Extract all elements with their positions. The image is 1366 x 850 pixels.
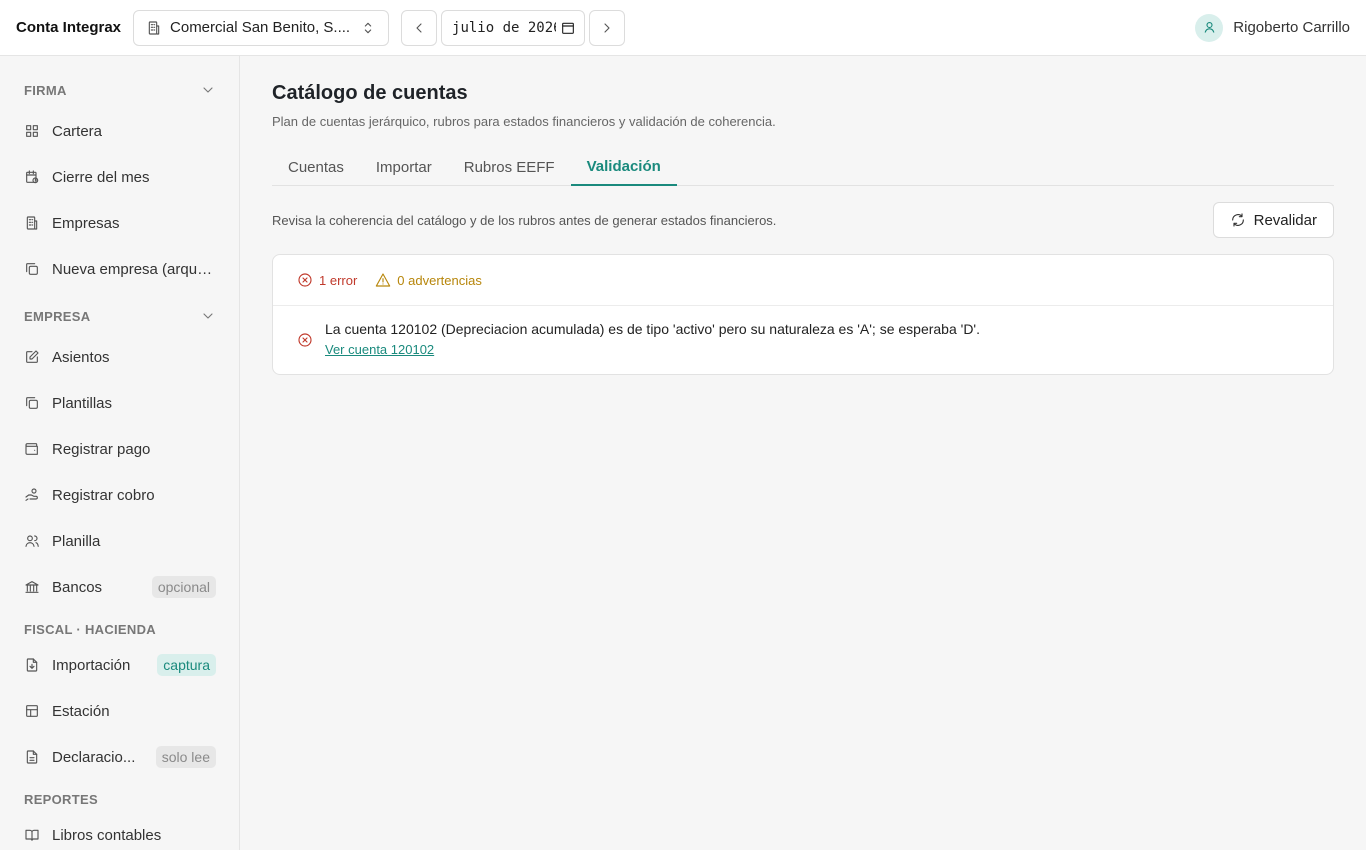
next-month-button[interactable] <box>589 9 626 46</box>
sidebar-item-registrar-pago[interactable]: Registrar pago <box>24 434 216 464</box>
sidebar-item-label: Asientos <box>52 348 110 366</box>
sidebar-item-label: Empresas <box>52 214 120 232</box>
calendar-icon[interactable] <box>560 20 576 36</box>
sidebar-item-label: Importación <box>52 656 131 674</box>
avatar <box>1195 13 1224 42</box>
previous-month-button[interactable] <box>401 9 438 46</box>
sidebar-item-planilla[interactable]: Planilla <box>24 526 216 556</box>
sidebar-item-label: Estación <box>52 702 110 720</box>
user-menu[interactable]: Rigoberto Carrillo <box>1195 13 1350 42</box>
sidebar-item-declaraciones[interactable]: Declaracio... solo lee <box>24 742 216 772</box>
validation-results-card: 1 error 0 advertencias La cuenta 120102 … <box>272 254 1334 375</box>
file-download-icon <box>24 657 40 673</box>
sidebar-item-bancos[interactable]: Bancos opcional <box>24 572 216 602</box>
validation-issue: La cuenta 120102 (Depreciacion acumulada… <box>273 306 1333 372</box>
alert-triangle-icon <box>375 272 391 288</box>
section-firma[interactable]: FIRMA <box>24 82 216 98</box>
sidebar-item-label: Libros contables <box>52 826 162 844</box>
page-subtitle: Plan de cuentas jerárquico, rubros para … <box>272 114 776 129</box>
view-account-link[interactable]: Ver cuenta 120102 <box>325 342 980 357</box>
section-empresa[interactable]: EMPRESA <box>24 308 216 324</box>
error-count: 1 error <box>297 272 357 288</box>
section-title: FISCAL · HACIENDA <box>24 622 156 637</box>
chevron-left-icon <box>411 20 427 36</box>
copy-icon <box>24 395 40 411</box>
section-title: FIRMA <box>24 82 67 98</box>
sidebar-item-label: Bancos <box>52 578 103 596</box>
chevron-down-icon <box>200 308 216 324</box>
issue-message: La cuenta 120102 (Depreciacion acumulada… <box>325 321 980 337</box>
building-icon <box>146 20 162 36</box>
refresh-icon <box>1230 212 1246 228</box>
tab-rubros-eeff[interactable]: Rubros EEFF <box>448 149 571 186</box>
chevron-down-icon <box>200 82 216 98</box>
hand-coins-icon <box>24 487 40 503</box>
revalidate-label: Revalidar <box>1253 211 1317 229</box>
user-name: Rigoberto Carrillo <box>1233 19 1350 36</box>
status-badge: solo lee <box>155 746 216 768</box>
grid-icon <box>24 123 40 139</box>
section-reportes: REPORTES <box>24 792 216 807</box>
chevron-updown-icon <box>360 20 376 36</box>
x-circle-icon <box>297 272 313 288</box>
error-count-label: 1 error <box>319 272 358 288</box>
revalidate-button[interactable]: Revalidar <box>1212 202 1334 238</box>
sidebar-item-importacion[interactable]: Importación captura <box>24 650 216 680</box>
sidebar-item-label: Planilla <box>52 532 101 550</box>
copy-icon <box>24 261 40 277</box>
sidebar-item-libros-contables[interactable]: Libros contables <box>24 820 216 850</box>
sidebar-item-label: Registrar cobro <box>52 486 155 504</box>
month-input[interactable]: julio de 2026 <box>441 9 586 46</box>
table-icon <box>24 703 40 719</box>
edit-icon <box>24 349 40 365</box>
month-value: julio de 2026 <box>452 19 557 36</box>
sidebar-item-label: Registrar pago <box>52 440 151 458</box>
section-title: EMPRESA <box>24 308 91 324</box>
building-icon <box>24 215 40 231</box>
wallet-icon <box>24 441 40 457</box>
tab-cuentas[interactable]: Cuentas <box>272 149 360 186</box>
sidebar-item-label: Cierre del mes <box>52 168 150 186</box>
bank-icon <box>24 579 40 595</box>
sidebar-item-plantillas[interactable]: Plantillas <box>24 388 216 418</box>
company-selector[interactable]: Comercial San Benito, S.... <box>133 9 390 46</box>
sidebar-item-nueva-empresa[interactable]: Nueva empresa (arque... <box>24 254 216 284</box>
book-icon <box>24 827 40 843</box>
file-text-icon <box>24 749 40 765</box>
tab-importar[interactable]: Importar <box>360 149 448 186</box>
sidebar-item-cierre-del-mes[interactable]: Cierre del mes <box>24 162 216 192</box>
section-fiscal: FISCAL · HACIENDA <box>24 622 216 637</box>
sidebar-item-label: Nueva empresa (arque... <box>52 260 216 278</box>
sidebar: FIRMA Cartera Cierre del mes Empresas Nu… <box>0 56 240 850</box>
sidebar-item-estacion[interactable]: Estación <box>24 696 216 726</box>
sidebar-item-label: Plantillas <box>52 394 113 412</box>
calendar-clock-icon <box>24 169 40 185</box>
warning-count-label: 0 advertencias <box>397 272 482 288</box>
sidebar-item-registrar-cobro[interactable]: Registrar cobro <box>24 480 216 510</box>
month-navigator: julio de 2026 <box>401 9 626 46</box>
sidebar-item-label: Declaracio... <box>52 748 136 766</box>
sidebar-item-asientos[interactable]: Asientos <box>24 342 216 372</box>
sidebar-item-label: Cartera <box>52 122 103 140</box>
company-name: Comercial San Benito, S.... <box>170 19 351 36</box>
chevron-right-icon <box>599 20 615 36</box>
app-title: Conta Integrax <box>16 19 122 36</box>
tab-validacion[interactable]: Validación <box>570 149 677 186</box>
page-title: Catálogo de cuentas <box>272 82 468 104</box>
top-bar: Conta Integrax Comercial San Benito, S..… <box>0 0 1366 56</box>
validation-summary: 1 error 0 advertencias <box>273 255 1333 306</box>
validation-description: Revisa la coherencia del catálogo y de l… <box>272 213 777 228</box>
sidebar-item-empresas[interactable]: Empresas <box>24 208 216 238</box>
sidebar-item-cartera[interactable]: Cartera <box>24 116 216 146</box>
x-circle-icon <box>297 322 313 357</box>
tab-bar: Cuentas Importar Rubros EEFF Validación <box>272 149 1334 186</box>
section-title: REPORTES <box>24 792 98 807</box>
users-icon <box>24 533 40 549</box>
main-content: Catálogo de cuentas Plan de cuentas jerá… <box>240 56 1366 850</box>
warning-count: 0 advertencias <box>375 272 482 288</box>
status-badge: captura <box>157 654 216 676</box>
status-badge: opcional <box>151 576 216 598</box>
